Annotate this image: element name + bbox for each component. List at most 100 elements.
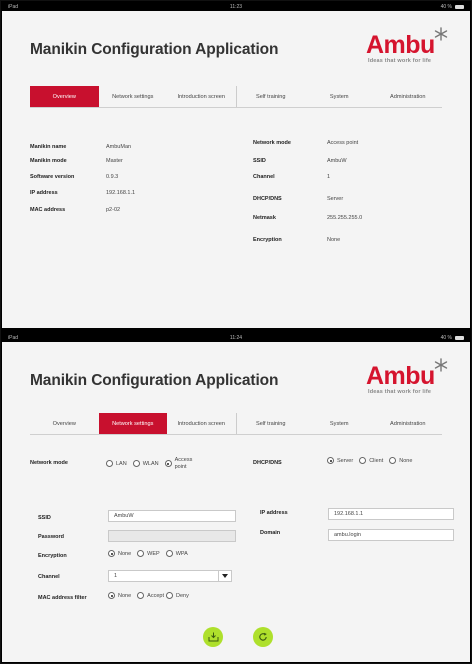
ip-address-input[interactable]: 192.168.1.1 xyxy=(328,508,454,520)
app-header: Manikin Configuration Application Ambu I… xyxy=(2,11,470,73)
logo-wordmark: Ambu xyxy=(366,31,435,59)
refresh-button[interactable] xyxy=(253,627,273,647)
radio-accept[interactable]: Accept xyxy=(137,592,164,599)
ip-address-value: 192.168.1.1 xyxy=(106,190,136,196)
tab-bar: Overview Network settings Introduction s… xyxy=(30,86,442,108)
tab-network-settings[interactable]: Network settings xyxy=(99,86,168,107)
channel-select-value: 1 xyxy=(114,573,118,579)
radio-lan[interactable]: LAN xyxy=(106,460,127,467)
app-title: Manikin Configuration Application xyxy=(30,41,279,58)
radio-circle-selected xyxy=(108,592,115,599)
app-header: Manikin Configuration Application Ambu I… xyxy=(2,342,470,404)
overview-screen: iPad 11:23 40 % Manikin Configuration Ap… xyxy=(2,3,470,328)
radio-label: Access point xyxy=(174,457,193,470)
ssid-input[interactable]: AmbuW xyxy=(108,510,236,522)
dhcp-dns-label: DHCP/DNS xyxy=(253,196,282,202)
encryption-value: None xyxy=(327,237,341,243)
ambu-logo: Ambu Ideas that work for life xyxy=(366,358,448,398)
chevron-down-icon[interactable] xyxy=(218,571,231,581)
logo-star-icon xyxy=(434,27,448,41)
dhcp-dns-label: DHCP/DNS xyxy=(253,460,282,466)
network-mode-value: Access point xyxy=(327,140,359,146)
domain-input[interactable]: ambu.login xyxy=(328,529,454,541)
radio-client[interactable]: Client xyxy=(359,457,383,464)
network-settings-screen: iPad 11:24 40 % Manikin Configuration Ap… xyxy=(2,334,470,662)
battery-icon xyxy=(455,336,464,340)
save-button[interactable] xyxy=(203,627,223,647)
encryption-label: Encryption xyxy=(253,237,282,243)
tab-system[interactable]: System xyxy=(305,86,374,107)
radio-access-point[interactable]: Access point xyxy=(164,457,197,470)
radio-label: None xyxy=(118,550,132,557)
manikin-name-label: Manikin name xyxy=(30,144,67,150)
tab-administration[interactable]: Administration xyxy=(374,413,443,434)
radio-circle xyxy=(165,550,173,557)
radio-circle xyxy=(106,460,113,467)
battery-percent: 40 % xyxy=(440,4,452,10)
mac-address-value: p2-02 xyxy=(106,207,121,213)
ssid-label: SSID xyxy=(38,515,51,521)
manikin-name-value: AmbuMan xyxy=(106,144,132,150)
radio-label: Accept xyxy=(147,592,164,599)
radio-circle xyxy=(132,460,140,467)
radio-circle xyxy=(359,457,367,464)
channel-label: Channel xyxy=(38,574,60,580)
network-mode-radio-group: LAN WLAN Access point xyxy=(106,457,203,470)
radio-circle xyxy=(137,550,145,557)
tab-administration[interactable]: Administration xyxy=(374,86,443,107)
radio-circle xyxy=(165,592,173,599)
radio-label: WPA xyxy=(175,550,188,557)
refresh-icon xyxy=(259,632,267,641)
radio-none[interactable]: None xyxy=(389,457,412,464)
radio-label: WLAN xyxy=(142,460,159,467)
battery-icon xyxy=(455,5,464,9)
encryption-radio-group: None WEP WPA xyxy=(108,550,194,557)
network-mode-label: Network mode xyxy=(253,140,291,146)
software-version-label: Software version xyxy=(30,174,75,180)
clock: 11:24 xyxy=(229,335,243,341)
radio-wep[interactable]: WEP xyxy=(137,550,160,557)
ip-address-label: IP address xyxy=(30,190,58,196)
radio-circle-selected xyxy=(164,460,172,467)
channel-value: 1 xyxy=(327,174,331,180)
radio-none[interactable]: None xyxy=(108,550,131,557)
network-mode-label: Network mode xyxy=(30,460,68,466)
radio-circle-selected xyxy=(108,550,115,557)
channel-select[interactable]: 1 xyxy=(108,570,232,582)
netmask-label: Netmask xyxy=(253,215,276,221)
app-title: Manikin Configuration Application xyxy=(30,372,279,389)
radio-label: None xyxy=(118,592,132,599)
domain-label: Domain xyxy=(260,530,281,536)
tab-overview[interactable]: Overview xyxy=(30,413,99,434)
logo-tagline: Ideas that work for life xyxy=(368,389,432,395)
radio-server[interactable]: Server xyxy=(327,457,353,464)
tab-network-settings[interactable]: Network settings xyxy=(98,413,167,434)
tab-introduction-screen[interactable]: Introduction screen xyxy=(167,413,237,434)
dhcp-dns-value: Server xyxy=(327,196,344,202)
tab-system[interactable]: System xyxy=(305,413,374,434)
logo-tagline: Ideas that work for life xyxy=(368,58,432,64)
tab-introduction-screen[interactable]: Introduction screen xyxy=(167,86,237,107)
mac-filter-radio-group: None Accept Deny xyxy=(108,592,195,599)
ambu-logo: Ambu Ideas that work for life xyxy=(366,27,448,67)
tab-self-training[interactable]: Self training xyxy=(237,413,306,434)
password-label: Password xyxy=(38,534,64,540)
netmask-value: 255.255.255.0 xyxy=(327,215,363,221)
radio-circle xyxy=(137,592,145,599)
radio-wpa[interactable]: WPA xyxy=(165,550,188,557)
save-icon xyxy=(208,632,218,642)
status-bar: iPad 11:23 40 % xyxy=(2,3,470,11)
mac-address-label: MAC address xyxy=(30,207,66,213)
radio-deny[interactable]: Deny xyxy=(165,592,189,599)
manikin-mode-value: Master xyxy=(106,158,123,164)
tab-self-training[interactable]: Self training xyxy=(237,86,306,107)
radio-wlan[interactable]: WLAN xyxy=(132,460,159,467)
device-frame: iPad 11:23 40 % Manikin Configuration Ap… xyxy=(0,0,472,664)
radio-none[interactable]: None xyxy=(108,592,131,599)
tab-overview[interactable]: Overview xyxy=(30,86,99,107)
tab-bar: Overview Network settings Introduction s… xyxy=(30,413,442,435)
password-input[interactable] xyxy=(108,530,236,542)
radio-label: Client xyxy=(369,457,384,464)
radio-label: Server xyxy=(337,457,354,464)
radio-label: LAN xyxy=(116,460,127,467)
